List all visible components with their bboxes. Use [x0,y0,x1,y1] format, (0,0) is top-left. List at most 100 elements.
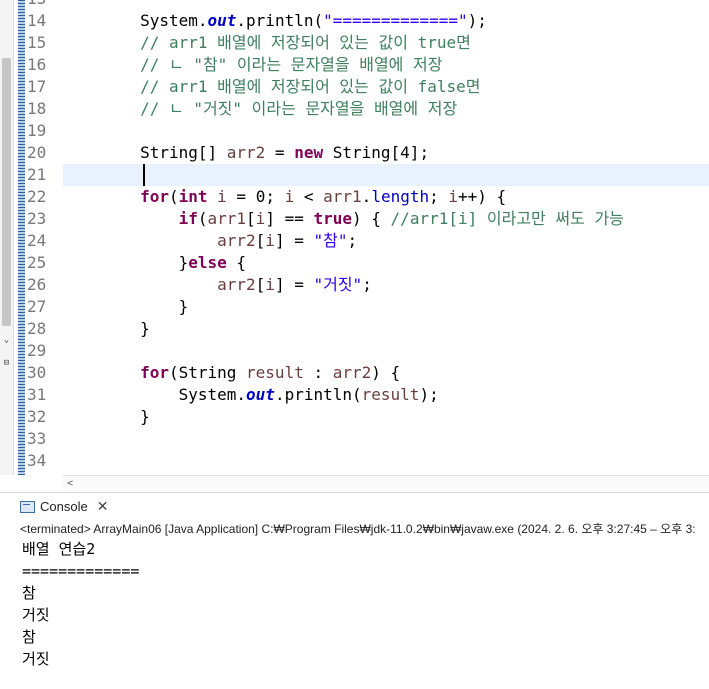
code-token: ( [168,187,179,206]
code-token: : [303,363,333,382]
code-token: ); [419,385,439,404]
code-token: String[] [63,143,227,162]
code-line[interactable]: }else { [63,252,709,274]
code-token: ; [362,275,372,294]
left-panel-scroll-thumb[interactable] [2,58,11,326]
close-icon[interactable]: ✕ [97,498,109,515]
code-line[interactable]: // ㄴ "참" 이라는 문자열을 배열에 저장 [63,54,709,76]
console-tab-bar: Console ✕ [0,492,709,520]
console-output-line: ============= [22,562,140,580]
panel-edge-icon: ⊟ [3,358,10,368]
code-token: ; [429,187,449,206]
code-line[interactable]: } [63,318,709,340]
code-token: i [255,209,266,228]
code-token: [ [255,231,266,250]
code-token: { [226,253,247,272]
code-token: ] == [265,209,314,228]
code-token: String[4]; [323,143,430,162]
code-token: .println( [274,385,362,404]
console-icon [20,500,35,513]
line-number: 34 [27,451,47,470]
code-line[interactable]: // arr1 배열에 저장되어 있는 값이 true면 [63,32,709,54]
code-token: .println( [236,11,324,30]
console-status-line: <terminated> ArrayMain06 [Java Applicati… [20,522,696,536]
line-number: 13 [27,0,55,10]
code-line[interactable]: for(String result : arr2) { [63,362,709,384]
code-token: //arr1[i] 이라고만 써도 가능 [390,209,624,228]
code-token: ( [197,209,208,228]
code-line[interactable]: } [63,406,709,428]
code-line[interactable] [63,340,709,362]
code-token: arr2 [332,363,372,382]
code-token: else [188,253,227,272]
line-number: 19 [27,121,47,140]
code-token: i [217,187,227,206]
code-token: out [246,385,275,404]
code-line[interactable]: } [63,296,709,318]
code-line[interactable]: // arr1 배열에 저장되어 있는 값이 false면 [63,76,709,98]
console-output[interactable]: 배열 연습2 ============= 참 거짓 참 거짓 [22,538,702,670]
line-number: 16 [27,55,47,74]
code-editor[interactable]: System.out.println("============="); // … [63,0,709,475]
code-line[interactable]: // ㄴ "거짓" 이라는 문자열을 배열에 저장 [63,98,709,120]
console-output-line: 배열 연습2 [22,540,96,558]
scroll-left-arrow-icon[interactable]: < [63,476,77,492]
code-token: } [63,407,150,426]
code-line[interactable]: System.out.println("============="); [63,10,709,32]
code-token: ) { [371,363,401,382]
code-line[interactable] [63,450,709,472]
line-number: 24 [27,231,47,250]
code-token: = 0; [226,187,285,206]
code-token: ] = [274,231,314,250]
annotation-ruler [18,0,25,475]
line-number: 14 [27,11,47,30]
code-token: arr2 [217,275,256,294]
code-token: if [178,209,198,228]
left-panel-scrollbar[interactable]: ⌄ ⊟ [0,0,14,475]
code-token: i [265,231,275,250]
code-token: // ㄴ "거짓" 이라는 문자열을 배열에 저장 [63,99,458,118]
code-token: result [246,363,304,382]
code-line[interactable]: arr2[i] = "참"; [63,230,709,252]
code-token: for [140,187,169,206]
code-token: ; [347,231,358,250]
code-token: new [294,143,324,162]
line-number: 15 [27,33,47,52]
code-token: (String [168,363,247,382]
code-token: } [63,253,189,272]
code-token: ) { [352,209,391,228]
line-number: 26 [27,275,47,294]
code-token: } [63,319,150,338]
code-line[interactable]: if(arr1[i] == true) { //arr1[i] 이라고만 써도 … [63,208,709,230]
line-number-gutter: 1314 15 16 17 18 19 20 21 22 23 24 25 26 27 28 29 30 31 32… [27,0,55,475]
line-number: 23 [27,209,47,228]
line-number: 28 [27,319,47,338]
code-line[interactable] [63,0,709,10]
line-number: 32 [27,407,47,426]
code-token: arr2 [226,143,266,162]
line-number: 25 [27,253,47,272]
code-line[interactable] [63,164,709,186]
code-token: = [265,143,295,162]
code-line[interactable] [63,120,709,142]
line-number: 21 [27,165,47,184]
code-token: "거짓" [313,275,363,294]
code-token: result [361,385,420,404]
code-line[interactable]: System.out.println(result); [63,384,709,406]
line-number: 27 [27,297,47,316]
code-line[interactable]: for(int i = 0; i < arr1.length; i++) { [63,186,709,208]
code-token: i [284,187,295,206]
code-token: out [207,11,237,30]
tab-console[interactable]: Console ✕ [20,495,108,518]
chevron-down-icon[interactable]: ⌄ [0,333,13,347]
line-number: 20 [27,143,47,162]
code-line[interactable]: arr2[i] = "거짓"; [63,274,709,296]
editor-horizontal-scrollbar[interactable]: < [63,475,709,492]
code-line[interactable]: String[] arr2 = new String[4]; [63,142,709,164]
code-line[interactable] [63,428,709,450]
line-number: 17 [27,77,47,96]
